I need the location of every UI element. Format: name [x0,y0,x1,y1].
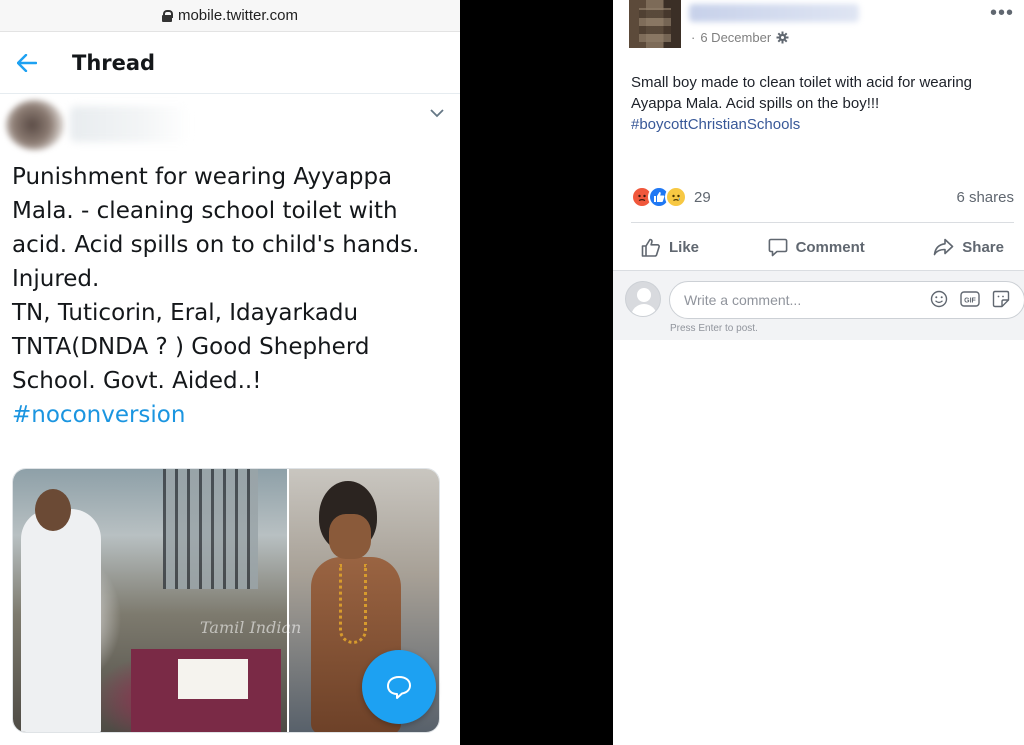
image-watermark: Tamil Indian [200,618,302,637]
thumbs-up-icon [641,238,660,257]
chevron-down-icon[interactable] [430,102,444,123]
emoji-icon[interactable] [930,290,948,308]
post-action-bar: Like Comment Share [631,228,1014,266]
tweet-photo-classroom[interactable] [13,469,287,732]
like-label: Like [669,238,700,256]
comment-composer: Write a comment... GIF Press Enter to po… [613,270,1024,340]
mala-chain [339,564,367,644]
page-title: Thread [72,50,156,75]
svg-text:GIF: GIF [964,298,976,305]
comment-placeholder: Write a comment... [684,292,802,308]
reactions-summary[interactable]: 29 [631,186,711,208]
avatar[interactable] [629,0,681,48]
reaction-count[interactable]: 29 [694,189,711,206]
facebook-post-view: · 6 December ••• Small boy made to clean… [613,0,1024,745]
url-text: mobile.twitter.com [177,7,299,24]
browser-url-bar[interactable]: mobile.twitter.com [0,0,460,32]
share-label: Share [962,238,1004,256]
gif-icon[interactable]: GIF [960,290,980,308]
back-arrow-icon[interactable] [0,32,54,94]
chat-bubble-icon [387,676,411,699]
man-head [35,489,71,531]
divider [631,222,1014,223]
compose-reply-button[interactable] [362,650,436,724]
thread-header: Thread [0,32,460,94]
post-meta: · 6 December [691,30,789,45]
comment-button[interactable]: Comment [758,238,875,257]
facebook-post-card: · 6 December ••• Small boy made to clean… [613,0,1024,340]
comment-bubble-icon [768,238,787,256]
more-options-icon[interactable]: ••• [990,2,1014,25]
dot-separator: · [691,30,696,45]
man-figure [21,509,101,732]
paper-shape [178,659,248,699]
twitter-mobile-view: mobile.twitter.com Thread Punishment for… [0,0,460,745]
comment-input-icons: GIF [930,290,1010,308]
sad-reaction-icon [665,186,687,208]
sticker-icon[interactable] [992,290,1010,308]
gear-icon [776,31,789,44]
avatar[interactable] [6,100,64,150]
share-arrow-icon [933,238,954,256]
post-body: Small boy made to clean toilet with acid… [631,74,973,112]
like-button[interactable]: Like [631,238,709,257]
comment-label: Comment [795,238,865,256]
tweet-text: Punishment for wearing Ayyappa Mala. - c… [12,164,420,394]
post-hashtag-link[interactable]: #boycottChristianSchools [631,116,800,133]
press-enter-hint: Press Enter to post. [670,323,758,334]
blurred-username [70,106,190,142]
tweet-author[interactable] [0,94,460,160]
boy-face [329,514,371,559]
tweet-hashtag-link[interactable]: #noconversion [0,398,460,432]
post-text: Small boy made to clean toilet with acid… [631,72,1016,135]
window-bars [163,469,258,589]
blurred-username[interactable] [689,4,859,22]
lock-icon [161,9,173,22]
default-avatar-icon [625,281,661,317]
shares-count[interactable]: 6 shares [956,189,1014,206]
share-button[interactable]: Share [923,238,1014,256]
post-date[interactable]: 6 December [700,30,771,45]
comment-input[interactable]: Write a comment... GIF [669,281,1024,319]
